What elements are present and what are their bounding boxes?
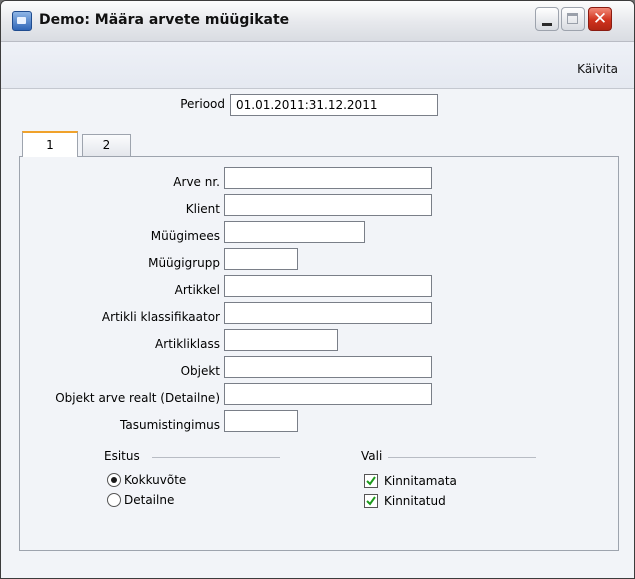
period-label: Periood: [180, 97, 225, 111]
kokkuvote-radio[interactable]: [107, 473, 121, 487]
payment-terms-input[interactable]: [224, 410, 298, 432]
kokkuvote-label[interactable]: Kokkuvõte: [124, 473, 186, 487]
toolbar: Käivita: [1, 42, 634, 89]
tab-1[interactable]: 1: [22, 131, 78, 157]
detailne-radio[interactable]: [107, 493, 121, 507]
period-input[interactable]: [230, 94, 438, 116]
tab-2[interactable]: 2: [82, 134, 131, 156]
salesman-label: Müügimees: [150, 229, 220, 243]
checkmark-icon: [366, 476, 376, 486]
minimize-button[interactable]: [535, 7, 559, 31]
title-bar[interactable]: Demo: Määra arvete müügikate ✕: [1, 1, 634, 42]
item-label: Artikkel: [174, 283, 220, 297]
object-invoice-row-label: Objekt arve realt (Detailne): [55, 391, 220, 405]
close-button[interactable]: ✕: [588, 7, 612, 31]
run-button[interactable]: Käivita: [577, 62, 618, 76]
item-class-label: Artikliklass: [155, 337, 220, 351]
tab-panel-1: Arve nr. Klient Müügimees Müügigrupp Art…: [19, 156, 619, 551]
item-input[interactable]: [224, 275, 432, 297]
vali-group-title: Vali: [361, 449, 383, 463]
checkmark-icon: [366, 496, 376, 506]
salesman-input[interactable]: [224, 221, 365, 243]
item-class-input[interactable]: [224, 329, 338, 351]
close-icon: ✕: [592, 9, 608, 29]
invoice-no-input[interactable]: [224, 167, 432, 189]
maximize-icon: [567, 13, 578, 24]
kinnitatud-label[interactable]: Kinnitatud: [384, 494, 446, 508]
detailne-label[interactable]: Detailne: [124, 493, 174, 507]
vali-divider: [388, 457, 536, 458]
kinnitamata-label[interactable]: Kinnitamata: [384, 474, 457, 488]
esitus-divider: [152, 457, 280, 458]
item-classifier-label: Artikli klassifikaator: [101, 310, 220, 324]
item-classifier-input[interactable]: [224, 302, 432, 324]
object-label: Objekt: [180, 364, 220, 378]
invoice-no-label: Arve nr.: [173, 175, 220, 189]
kinnitatud-checkbox[interactable]: [364, 494, 378, 508]
maximize-button[interactable]: [561, 7, 585, 31]
sales-group-input[interactable]: [224, 248, 298, 270]
payment-terms-label: Tasumistingimus: [120, 418, 220, 432]
sales-group-label: Müügigrupp: [148, 256, 220, 270]
customer-label: Klient: [185, 202, 220, 216]
customer-input[interactable]: [224, 194, 432, 216]
esitus-group-title: Esitus: [104, 449, 140, 463]
kinnitamata-checkbox[interactable]: [364, 474, 378, 488]
object-input[interactable]: [224, 356, 432, 378]
report-window: Demo: Määra arvete müügikate ✕ Käivita P…: [0, 0, 635, 579]
minimize-icon: [542, 23, 552, 26]
app-icon: [12, 11, 32, 31]
window-title: Demo: Määra arvete müügikate: [39, 12, 290, 28]
object-invoice-row-input[interactable]: [224, 383, 432, 405]
